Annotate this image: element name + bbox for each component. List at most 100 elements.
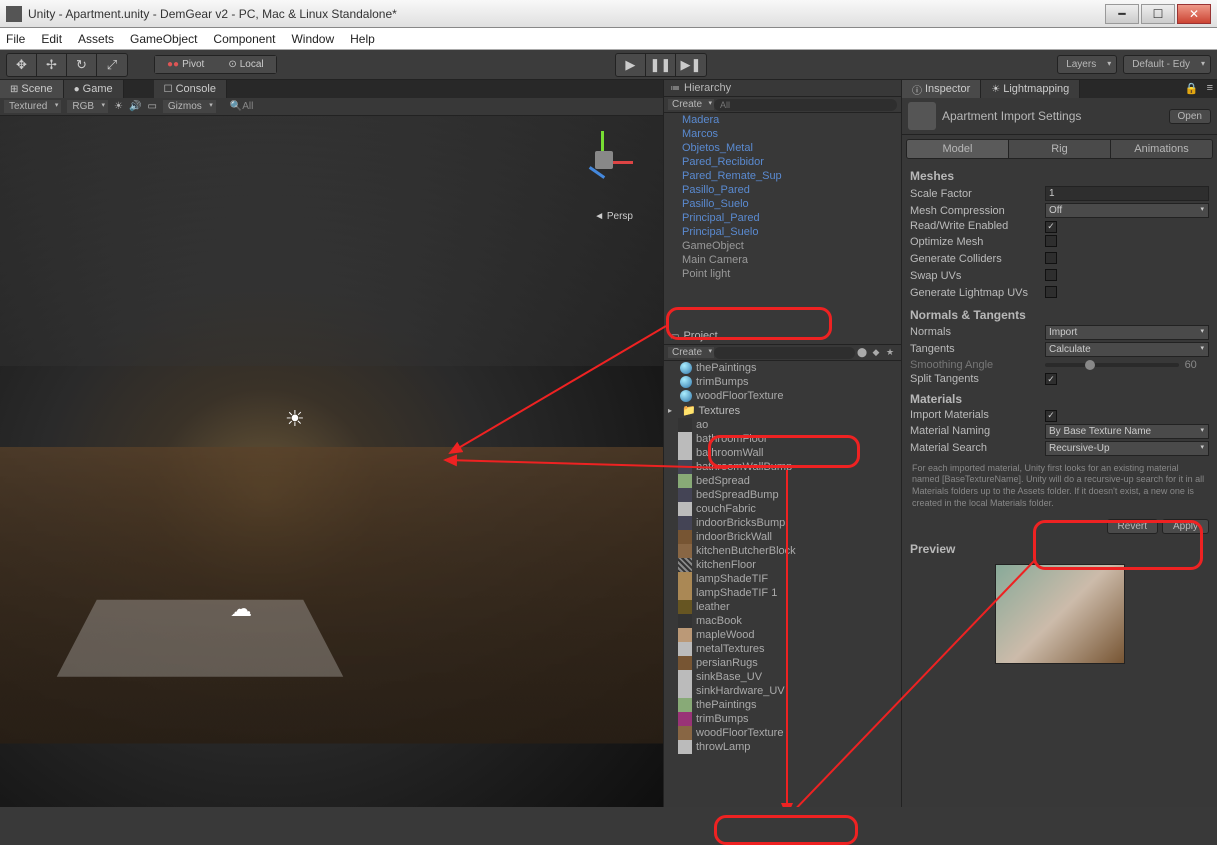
project-texture-item[interactable]: bathroomWall [664, 446, 901, 460]
project-texture-item[interactable]: mapleWood [664, 628, 901, 642]
swapuvs-checkbox[interactable] [1045, 269, 1057, 281]
pivot-button[interactable]: ●●Pivot [155, 56, 216, 73]
layout-dropdown[interactable]: Default - Edy [1123, 55, 1211, 74]
project-texture-item[interactable]: bedSpread [664, 474, 901, 488]
tab-scene[interactable]: ⊞Scene [0, 80, 64, 98]
hierarchy-item[interactable]: Principal_Pared [664, 211, 901, 225]
hierarchy-item[interactable]: Pasillo_Pared [664, 183, 901, 197]
project-filter-2[interactable]: ◆ [869, 347, 883, 358]
project-create-dropdown[interactable]: Create [668, 347, 714, 358]
scale-tool-button[interactable]: ⤢ [97, 54, 127, 76]
perspective-label[interactable]: ◄ Persp [594, 211, 633, 222]
window-maximize-button[interactable]: ☐ [1141, 4, 1175, 24]
hierarchy-item[interactable]: Pared_Remate_Sup [664, 169, 901, 183]
project-texture-item[interactable]: kitchenButcherBlock [664, 544, 901, 558]
hierarchy-item[interactable]: Objetos_Metal [664, 141, 901, 155]
material-naming-dropdown[interactable]: By Base Texture Name [1045, 424, 1209, 439]
menu-window[interactable]: Window [291, 32, 334, 46]
gizmos-dropdown[interactable]: Gizmos [163, 100, 216, 113]
tab-game[interactable]: ●Game [64, 80, 124, 98]
scene-audio-toggle[interactable]: 🔊 [129, 101, 141, 112]
project-texture-item[interactable]: metalTextures [664, 642, 901, 656]
material-search-dropdown[interactable]: Recursive-Up [1045, 441, 1209, 456]
project-filter-3[interactable]: ★ [883, 347, 897, 358]
hand-tool-button[interactable]: ✥ [7, 54, 37, 76]
menu-component[interactable]: Component [213, 32, 275, 46]
project-texture-item[interactable]: lampShadeTIF 1 [664, 586, 901, 600]
project-texture-item[interactable]: sinkHardware_UV [664, 684, 901, 698]
inspector-menu-icon[interactable]: ≡ [1203, 80, 1217, 98]
tangents-dropdown[interactable]: Calculate [1045, 342, 1209, 357]
light-gizmo-icon[interactable]: ☀ [285, 406, 305, 432]
hierarchy-create-dropdown[interactable]: Create [668, 99, 714, 110]
smoothing-slider[interactable] [1045, 363, 1179, 367]
project-texture-item[interactable]: indoorBrickWall [664, 530, 901, 544]
project-texture-item[interactable]: thePaintings [664, 698, 901, 712]
shading-dropdown[interactable]: Textured [4, 100, 61, 113]
project-texture-item[interactable]: bathroomWallBump [664, 460, 901, 474]
menu-edit[interactable]: Edit [41, 32, 62, 46]
revert-button[interactable]: Revert [1107, 519, 1158, 534]
import-materials-checkbox[interactable]: ✓ [1045, 410, 1057, 422]
scene-fx-toggle[interactable]: ▭ [147, 101, 156, 112]
hierarchy-item[interactable]: Principal_Suelo [664, 225, 901, 239]
hierarchy-item[interactable]: Pared_Recibidor [664, 155, 901, 169]
project-texture-item[interactable]: throwLamp [664, 740, 901, 754]
project-texture-item[interactable]: ao [664, 418, 901, 432]
split-tangents-checkbox[interactable]: ✓ [1045, 373, 1057, 385]
project-texture-item[interactable]: persianRugs [664, 656, 901, 670]
project-texture-item[interactable]: trimBumps [664, 712, 901, 726]
normals-dropdown[interactable]: Import [1045, 325, 1209, 340]
move-tool-button[interactable]: ✢ [37, 54, 67, 76]
project-texture-item[interactable]: kitchenFloor [664, 558, 901, 572]
open-button[interactable]: Open [1169, 109, 1211, 124]
hierarchy-panel-header[interactable]: ≔Hierarchy [664, 80, 901, 97]
lightmapuvs-checkbox[interactable] [1045, 286, 1057, 298]
scene-light-toggle[interactable]: ☀ [114, 101, 123, 112]
animations-tab[interactable]: Animations [1111, 140, 1212, 158]
step-button[interactable]: ▶❚ [676, 54, 706, 76]
project-material-item[interactable]: woodFloorTexture [664, 389, 901, 403]
camera-gizmo-icon[interactable]: ☁ [230, 596, 252, 622]
tab-lightmapping[interactable]: ☀Lightmapping [981, 80, 1080, 98]
project-texture-item[interactable]: couchFabric [664, 502, 901, 516]
colliders-checkbox[interactable] [1045, 252, 1057, 264]
hierarchy-search-input[interactable] [714, 99, 897, 111]
model-tab[interactable]: Model [907, 140, 1009, 158]
mesh-compression-dropdown[interactable]: Off [1045, 203, 1209, 218]
project-texture-item[interactable]: indoorBricksBump [664, 516, 901, 530]
inspector-lock-icon[interactable]: 🔒 [1181, 80, 1203, 98]
project-filter-1[interactable]: ⬤ [855, 347, 869, 358]
window-close-button[interactable]: ✕ [1177, 4, 1211, 24]
layers-dropdown[interactable]: Layers [1057, 55, 1117, 74]
project-texture-item[interactable]: sinkBase_UV [664, 670, 901, 684]
local-button[interactable]: ⊙Local [216, 56, 275, 73]
scale-factor-input[interactable] [1045, 186, 1209, 201]
rotate-tool-button[interactable]: ↻ [67, 54, 97, 76]
preview-thumbnail[interactable] [995, 564, 1125, 664]
hierarchy-item[interactable]: GameObject [664, 239, 901, 253]
hierarchy-item[interactable]: Main Camera [664, 253, 901, 267]
rendermode-dropdown[interactable]: RGB [67, 100, 108, 113]
project-texture-item[interactable]: leather [664, 600, 901, 614]
apply-button[interactable]: Apply [1162, 519, 1209, 534]
tab-inspector[interactable]: ⓘInspector [902, 80, 981, 98]
project-panel-header[interactable]: ▭Project [664, 328, 901, 345]
window-minimize-button[interactable]: ━ [1105, 4, 1139, 24]
hierarchy-item[interactable]: Madera [664, 113, 901, 127]
project-texture-item[interactable]: lampShadeTIF [664, 572, 901, 586]
menu-assets[interactable]: Assets [78, 32, 114, 46]
menu-help[interactable]: Help [350, 32, 375, 46]
rig-tab[interactable]: Rig [1009, 140, 1111, 158]
project-material-item[interactable]: trimBumps [664, 375, 901, 389]
project-material-item[interactable]: thePaintings [664, 361, 901, 375]
project-texture-item[interactable]: macBook [664, 614, 901, 628]
hierarchy-item[interactable]: Marcos [664, 127, 901, 141]
hierarchy-item[interactable]: Point light [664, 267, 901, 281]
optimize-checkbox[interactable] [1045, 235, 1057, 247]
scene-viewport[interactable]: ☀ ☁ ◄ Persp [0, 116, 663, 807]
tab-console[interactable]: ☐Console [154, 80, 227, 98]
axis-gizmo[interactable] [573, 131, 633, 191]
project-texture-item[interactable]: woodFloorTexture [664, 726, 901, 740]
project-texture-item[interactable]: bathroomFloor [664, 432, 901, 446]
